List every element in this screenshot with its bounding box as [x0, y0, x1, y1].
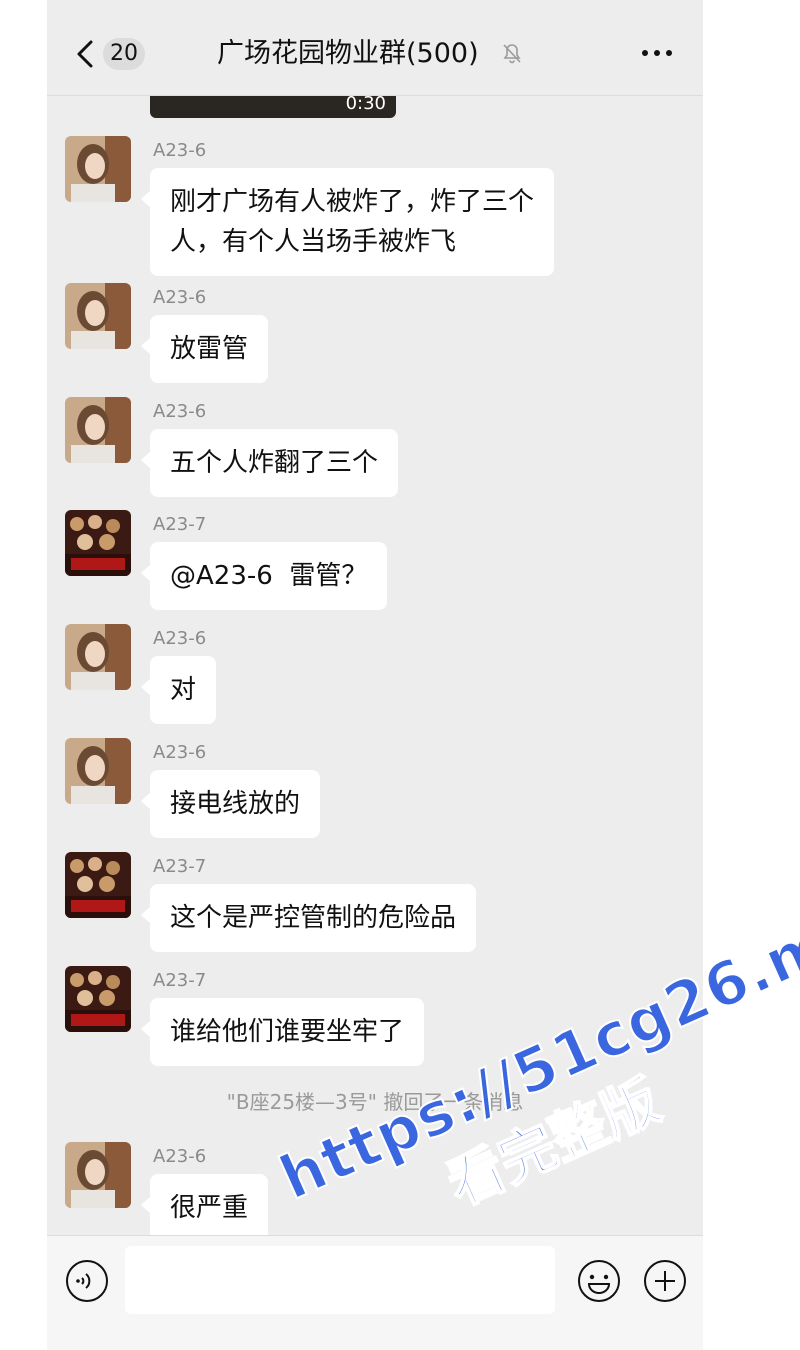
sender-name: A23-7: [153, 970, 207, 991]
message-bubble[interactable]: 放雷管: [140, 315, 269, 383]
message-bubble[interactable]: 五个人炸翻了三个: [140, 429, 399, 497]
message-bubble[interactable]: 对: [140, 656, 217, 724]
voice-icon[interactable]: [65, 1259, 109, 1303]
message-bubble[interactable]: 刚才广场有人被炸了，炸了三个 人，有个人当场手被炸飞: [140, 168, 555, 276]
chevron-left-icon[interactable]: [69, 36, 105, 72]
bottom-safe-area: [47, 1325, 703, 1350]
girl-photo-avatar[interactable]: [65, 397, 131, 463]
girl-photo-avatar[interactable]: [65, 738, 131, 804]
crowd-poster-avatar[interactable]: [65, 966, 131, 1032]
chat-title: 广场花园物业群(500): [217, 38, 479, 69]
sender-name: A23-6: [153, 287, 207, 308]
crowd-poster-avatar[interactable]: [65, 852, 131, 918]
girl-photo-avatar[interactable]: [65, 136, 131, 202]
video-duration: 0:30: [345, 93, 386, 114]
message-list[interactable]: 0:30 A23-6 刚才广场有人被炸了，炸了三个 人，有个人当场手被炸飞 A2…: [47, 0, 703, 1242]
sender-name: A23-7: [153, 514, 207, 535]
message-input[interactable]: [125, 1246, 555, 1314]
message-bubble[interactable]: 这个是严控管制的危险品: [140, 884, 477, 952]
unread-count-badge[interactable]: 20: [103, 38, 145, 70]
sender-name: A23-6: [153, 628, 207, 649]
plus-icon[interactable]: [643, 1259, 687, 1303]
crowd-poster-avatar[interactable]: [65, 510, 131, 576]
sender-name: A23-6: [153, 401, 207, 422]
message-bubble[interactable]: 接电线放的: [140, 770, 321, 838]
message-bubble[interactable]: 很严重: [140, 1174, 269, 1242]
sender-name: A23-6: [153, 742, 207, 763]
chat-header: 20 广场花园物业群(500): [47, 0, 703, 96]
bell-off-icon: [499, 40, 525, 66]
message-bubble[interactable]: 谁给他们谁要坐牢了: [140, 998, 425, 1066]
recall-notice: "B座25楼—3号" 撤回了一条消息: [226, 1090, 524, 1114]
emoji-icon[interactable]: [577, 1259, 621, 1303]
sender-name: A23-7: [153, 856, 207, 877]
girl-photo-avatar[interactable]: [65, 1142, 131, 1208]
girl-photo-avatar[interactable]: [65, 283, 131, 349]
chat-screen: 0:30 A23-6 刚才广场有人被炸了，炸了三个 人，有个人当场手被炸飞 A2…: [47, 0, 703, 1350]
sender-name: A23-6: [153, 1146, 207, 1167]
more-dots-icon[interactable]: [635, 38, 679, 68]
sender-name: A23-6: [153, 140, 207, 161]
message-bubble[interactable]: @A23-6 雷管？: [140, 542, 388, 610]
girl-photo-avatar[interactable]: [65, 624, 131, 690]
